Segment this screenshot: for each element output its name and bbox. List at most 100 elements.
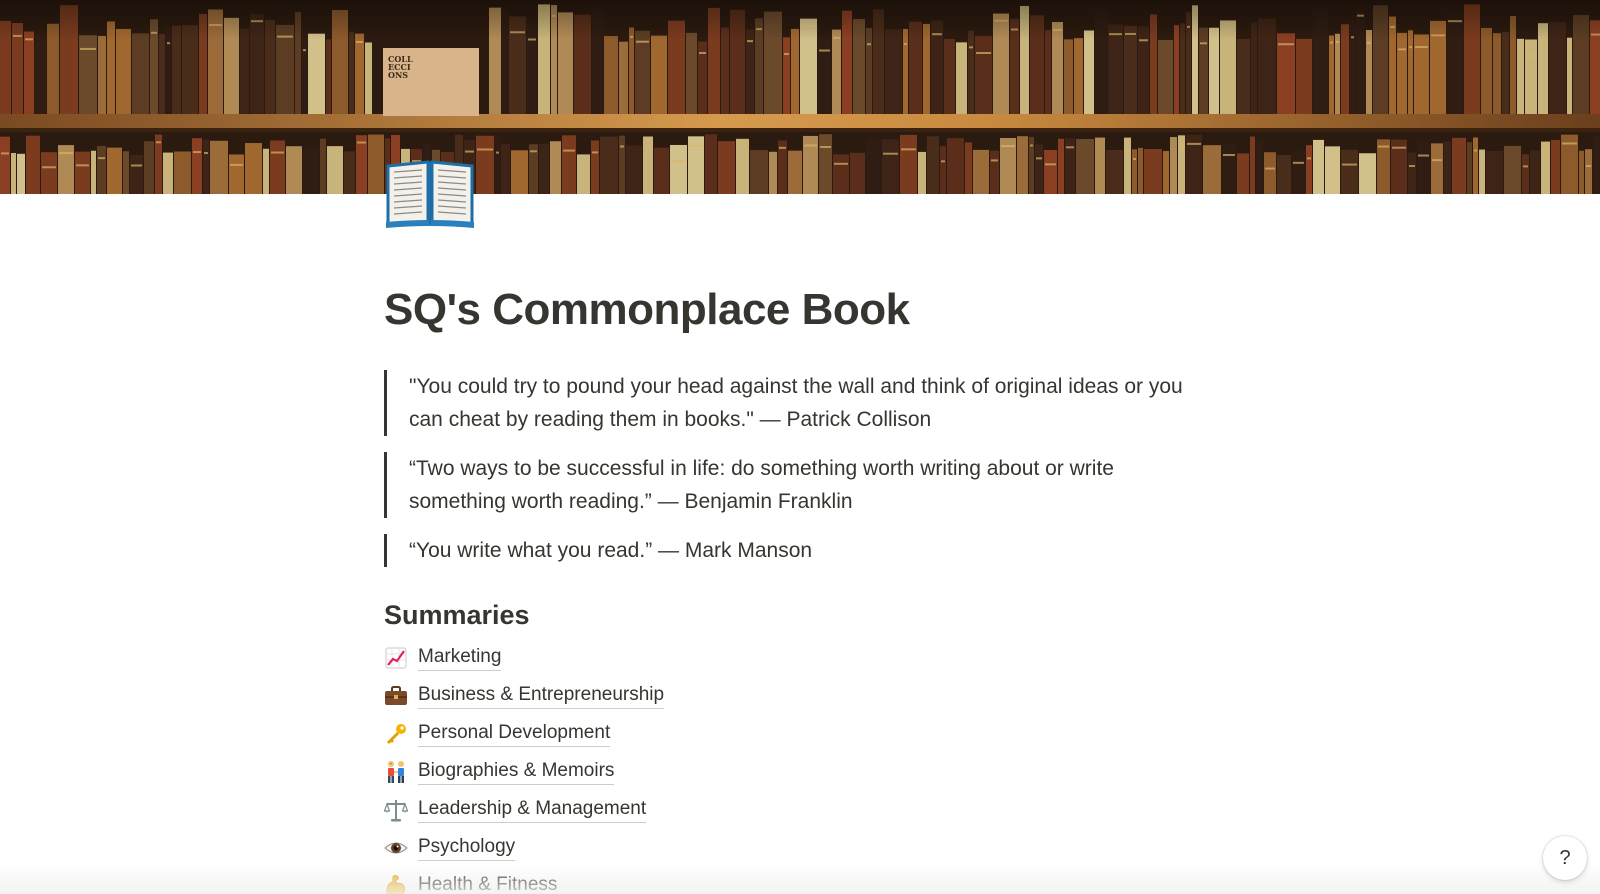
page-link-label[interactable]: Business & Entrepreneurship — [418, 683, 665, 710]
page-link-leadership[interactable]: Leadership & Management — [384, 791, 1204, 829]
page-link-label[interactable]: Health & Fitness — [418, 873, 557, 894]
page-link-marketing[interactable]: Marketing — [384, 639, 1204, 677]
book-spine-band — [867, 43, 871, 46]
book-spine-band — [1066, 146, 1074, 149]
page-link-biographies[interactable]: Biographies & Memoirs — [384, 753, 1204, 791]
book-spine-band — [1392, 146, 1406, 149]
book-spine — [1325, 146, 1340, 194]
page-link-health[interactable]: Health & Fitness — [384, 867, 1204, 894]
book-spine — [41, 152, 57, 194]
book-spine — [320, 138, 326, 194]
book-spine — [344, 151, 355, 194]
book-spine — [229, 154, 244, 194]
book-spine — [1481, 27, 1492, 114]
quote-block[interactable]: “Two ways to be successful in life: do s… — [384, 452, 1194, 518]
book-spine — [1444, 141, 1451, 194]
book-spine-band — [804, 144, 817, 147]
notion-page: COLL ECCI ONS SQ's Commonplace Book "You… — [0, 0, 1600, 894]
book-spine — [1045, 29, 1051, 115]
summaries-heading[interactable]: Summaries — [384, 599, 1204, 631]
book-spine-band — [1336, 40, 1339, 43]
book-spine — [791, 28, 799, 114]
book-spine — [1264, 152, 1276, 194]
page-link-label[interactable]: Biographies & Memoirs — [418, 759, 615, 786]
book-spine — [1313, 139, 1324, 194]
book-spine — [123, 151, 129, 194]
book-spine — [651, 35, 667, 114]
book-spine-band — [193, 151, 201, 154]
book-spine — [91, 150, 96, 194]
book-spine — [832, 29, 841, 115]
book-spine — [130, 154, 143, 194]
cover-image[interactable]: COLL ECCI ONS — [0, 0, 1600, 194]
book-spine — [591, 140, 599, 194]
book-spine — [1341, 149, 1358, 194]
book-spine — [144, 141, 154, 194]
page-link-label[interactable]: Psychology — [418, 835, 516, 862]
book-spine — [495, 136, 500, 194]
book-spine — [1250, 136, 1255, 194]
book-spine-band — [76, 164, 89, 167]
book-spine — [302, 36, 307, 114]
book-spine — [769, 151, 777, 194]
page-link-label[interactable]: Leadership & Management — [418, 797, 647, 824]
page-link-personal-development[interactable]: Personal Development — [384, 715, 1204, 753]
book-spine — [1579, 150, 1584, 194]
book-spine-band — [1001, 145, 1015, 148]
book-spine — [990, 150, 999, 194]
book-spine-band — [1562, 142, 1577, 145]
book-spine-band — [1030, 144, 1033, 147]
book-spine — [1585, 149, 1592, 194]
book-spine — [1124, 137, 1131, 194]
page-link-psychology[interactable]: Psychology — [384, 829, 1204, 867]
book-spine — [1479, 149, 1485, 194]
page-link-label[interactable]: Marketing — [418, 645, 502, 672]
book-spine — [705, 134, 717, 194]
book-spine — [670, 144, 687, 194]
book-spine-band — [303, 49, 306, 52]
book-spine-band — [671, 160, 686, 163]
book-spine — [850, 152, 865, 194]
balance-scale-icon — [384, 798, 408, 822]
open-book-icon[interactable] — [384, 152, 476, 228]
quote-block[interactable]: "You could try to pound your head agains… — [384, 370, 1194, 436]
book-spine — [1530, 150, 1540, 194]
book-spine-band — [530, 150, 537, 153]
book-spine-band — [1045, 163, 1056, 166]
book-spine — [159, 33, 165, 114]
book-spine — [97, 145, 106, 194]
book-spine — [750, 150, 768, 194]
book-spine-band — [1367, 41, 1371, 44]
book-spine — [1138, 147, 1143, 194]
quote-block[interactable]: “You write what you read.” — Mark Manson — [384, 534, 1194, 567]
book-spine — [1256, 138, 1263, 194]
chart-increasing-icon — [384, 646, 408, 670]
book-spine — [163, 152, 173, 194]
book-spine-band — [204, 152, 208, 155]
book-spine — [1486, 150, 1503, 194]
book-spine-band — [1586, 165, 1591, 168]
book-spine — [1417, 139, 1430, 194]
book-spine — [944, 38, 955, 114]
book-spine-band — [12, 168, 15, 171]
book-spine — [629, 27, 634, 115]
help-button[interactable]: ? — [1543, 836, 1587, 880]
book-spine — [174, 151, 191, 194]
book-spine — [1504, 145, 1521, 194]
book-spine-band — [636, 40, 649, 43]
book-spine — [1237, 38, 1250, 115]
page-link-label[interactable]: Personal Development — [418, 721, 611, 748]
book-spine-band — [1036, 157, 1042, 160]
page-content: SQ's Commonplace Book "You could try to … — [384, 284, 1204, 894]
book-spine — [1095, 137, 1105, 194]
book-spine — [818, 37, 831, 114]
page-title[interactable]: SQ's Commonplace Book — [384, 284, 1204, 344]
book-spine — [1292, 150, 1305, 194]
book-spine — [604, 36, 618, 114]
summaries-list: Marketing Business & Entrepreneurship Pe… — [384, 639, 1204, 894]
book-spine-band — [1409, 165, 1415, 168]
book-spine — [79, 35, 97, 114]
book-spine-band — [167, 42, 170, 45]
page-link-business[interactable]: Business & Entrepreneurship — [384, 677, 1204, 715]
book-spine — [501, 144, 510, 194]
